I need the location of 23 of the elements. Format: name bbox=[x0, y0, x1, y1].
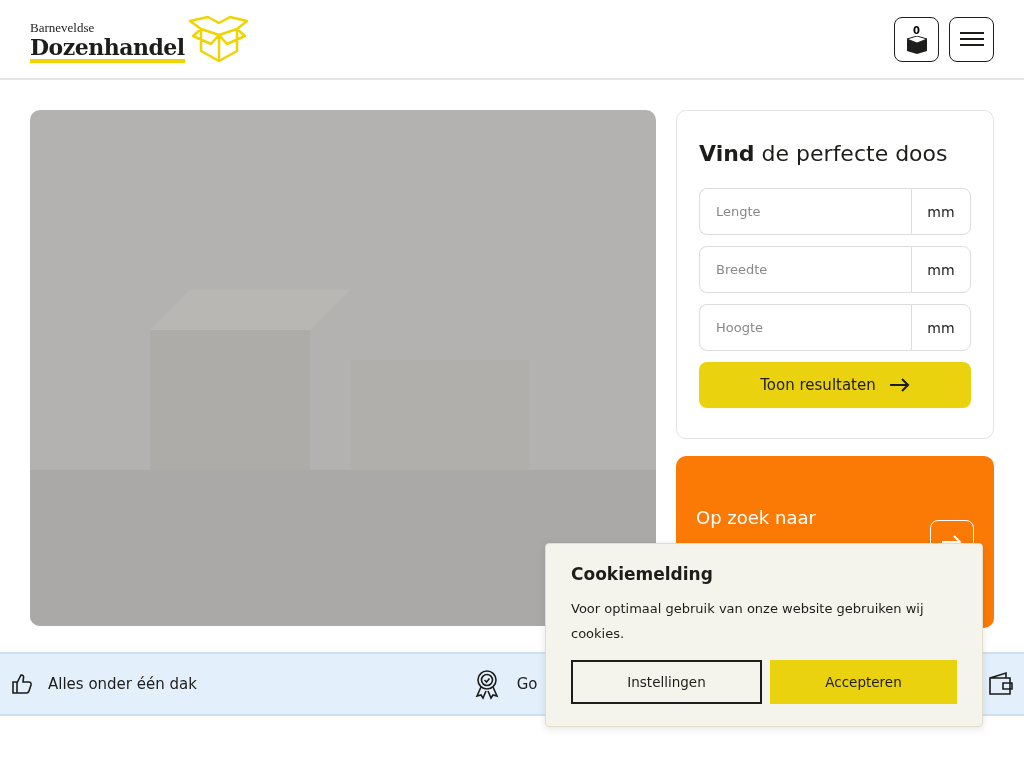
logo-subtitle: Barneveldse bbox=[30, 21, 96, 35]
thumbs-up-icon bbox=[10, 672, 34, 696]
menu-icon bbox=[959, 31, 984, 47]
benefit-label: Go bbox=[516, 675, 538, 693]
dimension-field[interactable]: Hoogte bbox=[699, 304, 911, 351]
wallet-icon bbox=[986, 671, 1014, 697]
box-logo-icon bbox=[186, 15, 249, 63]
unit-label: mm bbox=[911, 188, 971, 235]
finder-title: Vind de perfecte doos bbox=[699, 141, 949, 166]
show-results-button[interactable]: Toon resultaten bbox=[699, 362, 971, 408]
box-icon bbox=[905, 35, 928, 54]
arrow-right-icon bbox=[889, 378, 910, 392]
settings-button[interactable]: Instellingen bbox=[571, 660, 762, 704]
unit-label: mm bbox=[911, 304, 971, 351]
accept-button[interactable]: Accepteren bbox=[770, 660, 957, 704]
benefit-label: Alles onder één dak bbox=[48, 675, 197, 693]
menu-button[interactable] bbox=[949, 16, 994, 62]
dimension-field[interactable]: Lengte bbox=[699, 188, 911, 235]
logo-title: Dozenhandel bbox=[30, 35, 185, 63]
unit-label: mm bbox=[911, 246, 971, 293]
dimension-field[interactable]: Breedte bbox=[699, 246, 911, 293]
promo-text: Op zoek naar bbox=[696, 506, 817, 530]
cart-button[interactable]: 0 bbox=[894, 16, 939, 62]
